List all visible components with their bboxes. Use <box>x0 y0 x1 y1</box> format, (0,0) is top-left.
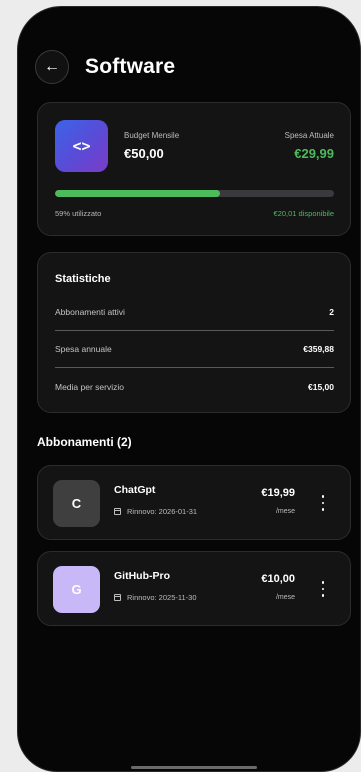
stat-value: €359,88 <box>303 344 334 354</box>
stat-value: €15,00 <box>308 382 334 392</box>
page-title: Software <box>85 55 176 78</box>
subscription-name: GitHub-Pro <box>114 570 170 582</box>
subscription-avatar: C <box>53 480 100 527</box>
budget-card: <> Budget Mensile €50,00 Spesa Attuale €… <box>37 102 351 236</box>
divider <box>55 367 334 368</box>
subscription-price: €10,00 <box>261 573 295 585</box>
budget-value: €50,00 <box>124 146 164 161</box>
spent-value: €29,99 <box>294 146 334 161</box>
subscription-name: ChatGpt <box>114 484 156 496</box>
code-brackets-icon: <> <box>55 120 108 172</box>
usage-text: 59% utilizzato <box>55 209 102 218</box>
calendar-icon <box>114 508 121 515</box>
more-vert-icon[interactable] <box>320 495 326 511</box>
budget-progress-bar <box>55 190 334 197</box>
home-indicator <box>131 766 257 769</box>
subscription-card-github[interactable]: G GitHub-Pro Rinnovo: 2025-11-30 €10,00 … <box>37 551 351 626</box>
stat-label: Spesa annuale <box>55 344 112 354</box>
budget-label: Budget Mensile <box>124 131 180 140</box>
spent-label: Spesa Attuale <box>284 131 334 140</box>
stat-row-active: Abbonamenti attivi 2 <box>55 305 334 319</box>
subscriptions-title: Abbonamenti (2) <box>37 435 132 449</box>
stats-title: Statistiche <box>55 273 111 285</box>
available-text: €20,01 disponibile <box>273 209 334 218</box>
back-button[interactable]: ← <box>35 50 69 84</box>
stat-row-annual: Spesa annuale €359,88 <box>55 342 334 356</box>
subscription-period: /mese <box>275 508 295 515</box>
renewal-text: Rinnovo: 2026-01-31 <box>127 507 198 516</box>
divider <box>55 330 334 331</box>
more-vert-icon[interactable] <box>320 581 326 597</box>
stat-label: Media per servizio <box>55 382 124 392</box>
subscription-renewal: Rinnovo: 2025-11-30 <box>114 593 197 602</box>
subscription-price: €19,99 <box>261 487 295 499</box>
stat-row-average: Media per servizio €15,00 <box>55 380 334 394</box>
arrow-left-icon: ← <box>44 58 60 75</box>
subscription-renewal: Rinnovo: 2026-01-31 <box>114 507 197 516</box>
subscription-avatar: G <box>53 566 100 613</box>
subscription-card-chatgpt[interactable]: C ChatGpt Rinnovo: 2026-01-31 €19,99 /me… <box>37 465 351 540</box>
budget-progress-fill <box>55 190 220 197</box>
subscription-period: /mese <box>275 594 295 601</box>
stat-value: 2 <box>329 307 334 317</box>
calendar-icon <box>114 594 121 601</box>
phone-screen: ← Software <> Budget Mensile €50,00 Spes… <box>17 6 361 772</box>
stats-card: Statistiche Abbonamenti attivi 2 Spesa a… <box>37 252 351 413</box>
header: ← Software <box>35 49 175 85</box>
renewal-text: Rinnovo: 2025-11-30 <box>127 593 197 602</box>
stat-label: Abbonamenti attivi <box>55 307 125 317</box>
